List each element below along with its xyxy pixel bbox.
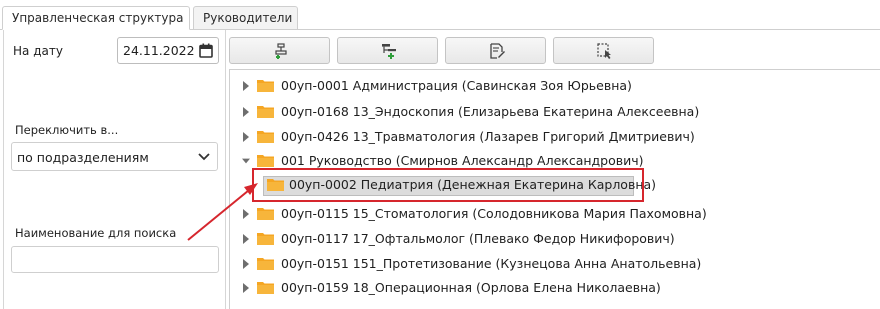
edit-button[interactable] bbox=[445, 37, 546, 64]
switch-select-value: по подразделениям bbox=[17, 150, 149, 165]
search-input[interactable] bbox=[11, 246, 219, 273]
switch-select[interactable]: по подразделениям bbox=[11, 142, 218, 171]
date-input[interactable]: 24.11.2022 bbox=[117, 37, 219, 64]
tree-row-label: 00уп-0151 151_Протетизование (Кузнецова … bbox=[281, 256, 702, 271]
tree-row-label: 001 Руководство (Смирнов Александр Алекс… bbox=[281, 153, 644, 168]
tab-managers[interactable]: Руководители bbox=[193, 6, 298, 30]
tree-row-label: 00уп-0159 18_Операционная (Орлова Елена … bbox=[281, 280, 661, 295]
date-label: На дату bbox=[13, 44, 63, 58]
chevron-down-icon bbox=[198, 153, 210, 161]
tree-row-label: 00уп-0168 13_Эндоскопия (Елизарьева Екат… bbox=[281, 104, 700, 119]
tree-row-label: 00уп-0115 15_Стоматология (Солодовникова… bbox=[281, 206, 707, 221]
select-button[interactable] bbox=[553, 37, 654, 64]
expand-caret-icon[interactable] bbox=[242, 107, 250, 117]
folder-icon bbox=[257, 80, 274, 92]
expand-caret-icon[interactable] bbox=[242, 81, 250, 91]
select-cursor-icon bbox=[597, 43, 611, 59]
tree-row-label: 00уп-0117 17_Офтальмолог (Плевако Федор … bbox=[281, 231, 675, 246]
add-child-node-button[interactable] bbox=[337, 37, 438, 64]
folder-icon bbox=[257, 155, 274, 167]
folder-icon bbox=[257, 131, 274, 143]
calendar-icon[interactable] bbox=[199, 43, 213, 58]
folder-icon bbox=[257, 282, 274, 294]
edit-document-icon bbox=[490, 43, 505, 59]
switch-label: Переключить в... bbox=[15, 123, 119, 137]
add-child-node-icon bbox=[382, 44, 396, 59]
expand-caret-icon[interactable] bbox=[242, 132, 250, 142]
collapse-caret-icon[interactable] bbox=[242, 156, 250, 166]
folder-icon bbox=[257, 106, 274, 118]
add-node-button[interactable] bbox=[229, 37, 330, 64]
add-node-icon bbox=[275, 43, 287, 59]
tab-bar: Управленческая структура Руководители bbox=[0, 0, 880, 30]
tree-row-label: 00уп-0426 13_Травматология (Лазарев Григ… bbox=[281, 129, 695, 144]
search-label: Наименование для поиска bbox=[15, 226, 177, 240]
date-value: 24.11.2022 bbox=[123, 43, 195, 58]
expand-caret-icon[interactable] bbox=[242, 283, 250, 293]
annotation-arrow-icon bbox=[187, 183, 258, 241]
tab-management-structure[interactable]: Управленческая структура bbox=[2, 6, 190, 30]
tree-row-label: 00уп-0001 Администрация (Савинская Зоя Ю… bbox=[281, 78, 632, 93]
folder-icon bbox=[257, 258, 274, 270]
annotation-highlight-box bbox=[252, 168, 644, 202]
expand-caret-icon[interactable] bbox=[242, 259, 250, 269]
